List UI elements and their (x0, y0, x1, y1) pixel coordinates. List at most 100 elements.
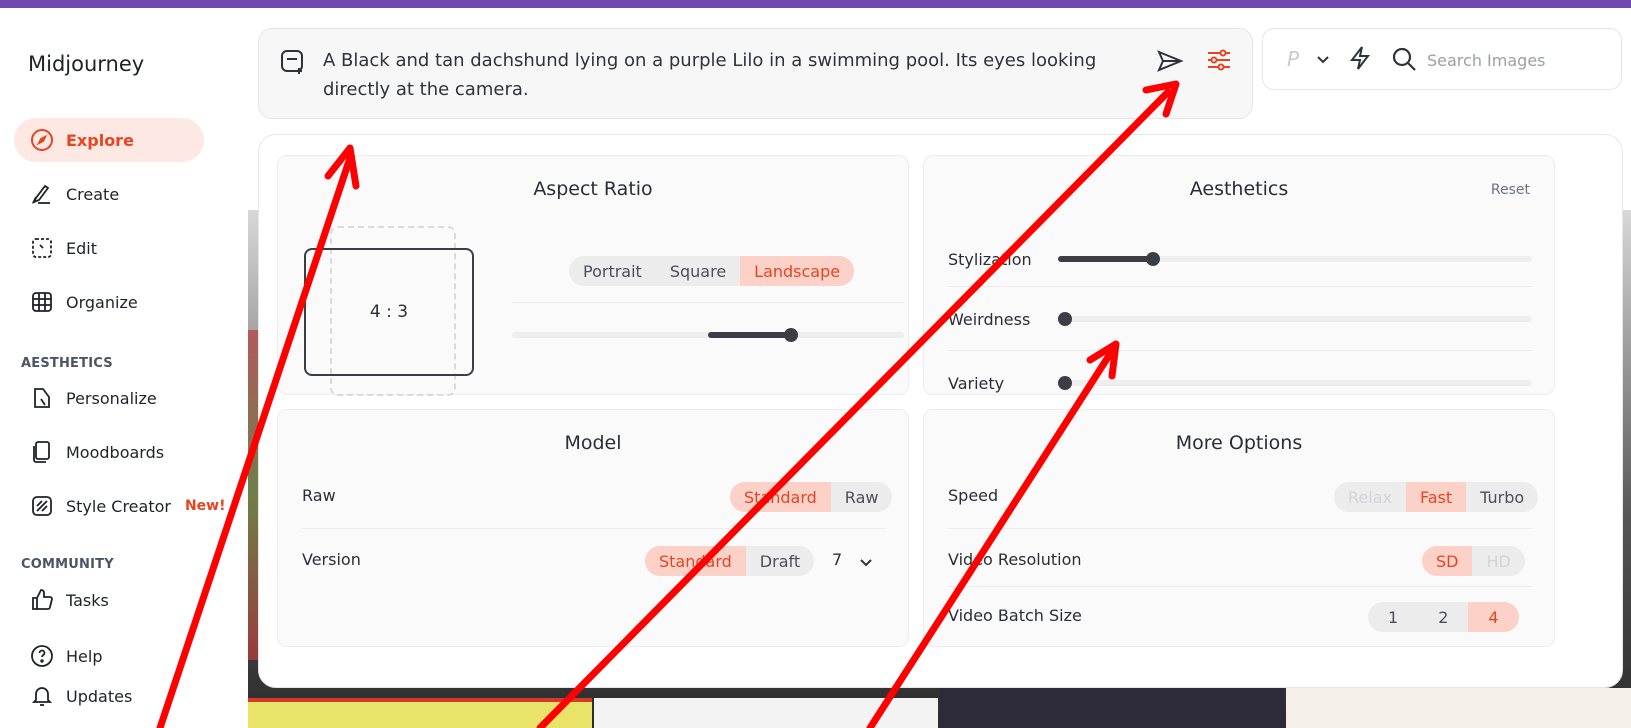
sidebar-item-label: Edit (66, 238, 97, 258)
divider (948, 586, 1532, 587)
aesthetics-card: Aesthetics Reset Stylization Weirdness V… (923, 155, 1555, 395)
edit-icon (32, 238, 52, 258)
reset-button[interactable]: Reset (1491, 182, 1530, 198)
video-resolution-label: Video Resolution (948, 550, 1082, 569)
chevron-down-icon[interactable] (1315, 51, 1331, 67)
orientation-landscape[interactable]: Landscape (740, 256, 855, 286)
video-resolution-toggle: SD HD (1422, 546, 1525, 576)
model-title: Model (564, 432, 622, 454)
video-resolution-hd[interactable]: HD (1472, 546, 1524, 576)
version-mode-toggle: Standard Draft (645, 546, 815, 576)
orientation-square[interactable]: Square (656, 256, 740, 286)
weirdness-slider-knob[interactable] (1058, 312, 1072, 326)
variety-slider[interactable] (1058, 380, 1532, 386)
orientation-toggle: Portrait Square Landscape (569, 256, 855, 286)
sidebar-item-create[interactable]: Create (14, 172, 204, 216)
raw-mode-toggle: Standard Raw (730, 482, 893, 512)
send-icon[interactable] (1156, 47, 1184, 75)
stylization-label: Stylization (948, 250, 1032, 269)
video-resolution-sd[interactable]: SD (1422, 546, 1473, 576)
stylization-slider-fill (1058, 256, 1153, 262)
thumbs-up-icon (32, 589, 53, 610)
video-batch-size-toggle: 1 2 4 (1368, 602, 1519, 632)
add-image-icon[interactable] (279, 48, 307, 76)
aspect-ratio-slider-fill (708, 332, 792, 338)
image-tile[interactable] (940, 688, 1284, 728)
sidebar-item-moodboards[interactable]: Moodboards (14, 430, 204, 474)
raw-mode-standard[interactable]: Standard (730, 482, 831, 512)
raw-mode-raw[interactable]: Raw (831, 482, 893, 512)
batch-size-4[interactable]: 4 (1468, 602, 1519, 632)
divider (948, 286, 1532, 287)
raw-label: Raw (302, 486, 336, 505)
sidebar-item-tasks[interactable]: Tasks (14, 578, 204, 622)
version-select[interactable]: 7 (832, 550, 842, 569)
search-input[interactable] (1427, 46, 1607, 74)
variety-slider-knob[interactable] (1058, 376, 1072, 390)
sidebar-item-label: Create (66, 184, 120, 204)
version-mode-standard[interactable]: Standard (645, 546, 746, 576)
brush-icon (32, 184, 50, 204)
section-header-community: COMMUNITY (21, 557, 114, 572)
weirdness-slider[interactable] (1058, 316, 1532, 322)
sidebar-item-help[interactable]: Help (14, 634, 204, 678)
sidebar-item-explore[interactable]: Explore (14, 118, 204, 162)
sidebar-item-label: Style Creator (66, 496, 171, 516)
aspect-ratio-card: Aspect Ratio 4 : 3 Portrait Square Lands… (277, 155, 909, 396)
version-mode-draft[interactable]: Draft (746, 546, 814, 576)
more-options-card: More Options Speed Relax Fast Turbo Vide… (923, 409, 1555, 647)
orientation-portrait[interactable]: Portrait (569, 256, 656, 286)
brand-logo[interactable]: Midjourney (28, 52, 144, 76)
lightning-icon[interactable] (1347, 45, 1373, 71)
sidebar-item-label: Organize (66, 292, 138, 312)
image-tile[interactable] (594, 698, 938, 728)
sidebar-item-label: Personalize (66, 388, 157, 408)
speed-relax[interactable]: Relax (1334, 482, 1406, 512)
sidebar-item-personalize[interactable]: Personalize (14, 376, 204, 420)
top-accent-bar (0, 0, 1631, 8)
speed-label: Speed (948, 486, 999, 505)
sidebar-item-updates[interactable]: Updates (14, 674, 204, 718)
sidebar-item-organize[interactable]: Organize (14, 280, 204, 324)
divider (302, 528, 886, 529)
model-card: Model Raw Standard Raw Version Standard … (277, 409, 909, 647)
batch-size-1[interactable]: 1 (1368, 602, 1418, 632)
personalize-icon (34, 388, 50, 408)
speed-turbo[interactable]: Turbo (1466, 482, 1538, 512)
speed-fast[interactable]: Fast (1405, 482, 1467, 512)
sidebar-item-label: Moodboards (66, 442, 165, 462)
weirdness-label: Weirdness (948, 310, 1031, 329)
aesthetics-title: Aesthetics (1189, 178, 1289, 200)
image-tile[interactable] (248, 698, 592, 728)
sidebar-item-style-creator[interactable]: Style Creator New! (14, 484, 234, 528)
settings-panel: Aspect Ratio 4 : 3 Portrait Square Lands… (258, 134, 1623, 688)
variety-label: Variety (948, 374, 1005, 393)
prompt-box[interactable]: A Black and tan dachshund lying on a pur… (258, 28, 1253, 119)
video-batch-size-label: Video Batch Size (948, 606, 1082, 625)
search-icon (1392, 47, 1416, 71)
ratio-preview: 4 : 3 (304, 248, 474, 376)
image-tile[interactable] (1286, 688, 1631, 728)
aspect-ratio-slider-knob[interactable] (784, 328, 798, 342)
batch-size-2[interactable]: 2 (1418, 602, 1468, 632)
top-right-toolbar: P (1262, 28, 1622, 90)
sidebar-item-label: Explore (66, 130, 134, 150)
sidebar-item-label: Tasks (66, 590, 109, 610)
ratio-value: 4 : 3 (369, 302, 409, 322)
sidebar-item-label: Help (66, 646, 103, 666)
divider (512, 302, 904, 303)
version-label: Version (302, 550, 361, 569)
style-creator-icon (32, 496, 52, 516)
divider (948, 350, 1532, 351)
chevron-down-icon[interactable] (858, 554, 874, 570)
settings-sliders-icon[interactable] (1204, 45, 1234, 75)
help-icon (31, 645, 53, 667)
prompt-input[interactable]: A Black and tan dachshund lying on a pur… (323, 46, 1153, 104)
sidebar-item-edit[interactable]: Edit (14, 226, 204, 270)
aspect-ratio-title: Aspect Ratio (533, 178, 653, 200)
more-options-title: More Options (1175, 432, 1303, 454)
compass-icon (31, 129, 53, 151)
personalize-toggle[interactable]: P (1287, 47, 1299, 71)
moodboards-icon (33, 441, 50, 463)
stylization-slider-knob[interactable] (1146, 252, 1160, 266)
